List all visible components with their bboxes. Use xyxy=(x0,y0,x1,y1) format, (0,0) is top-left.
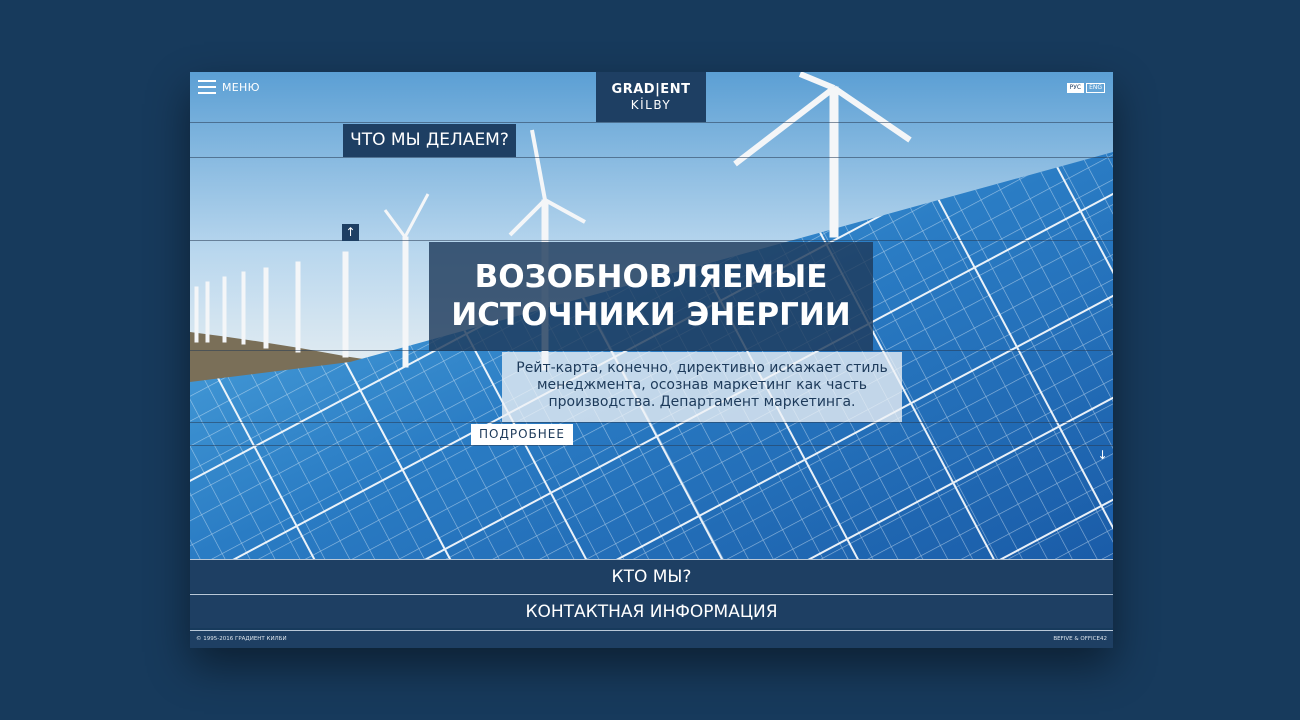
lang-en[interactable]: ENG xyxy=(1086,83,1105,93)
menu-label: МЕНЮ xyxy=(222,80,260,94)
language-switcher: РУС ENG xyxy=(1066,83,1105,93)
arrow-up-icon[interactable]: ↑ xyxy=(342,224,359,241)
footer: © 1995-2016 ГРАДИЕНТ КИЛБИ BEFIVE & OFFI… xyxy=(190,630,1113,648)
nav-contacts[interactable]: КОНТАКТНАЯ ИНФОРМАЦИЯ xyxy=(190,594,1113,628)
hamburger-icon xyxy=(198,80,216,94)
divider-line xyxy=(190,122,1113,123)
logo-line-2: KİLBY xyxy=(630,98,672,112)
site-frame: МЕНЮ GRAD|ENT KİLBY РУС ENG ЧТО МЫ ДЕЛАЕ… xyxy=(190,72,1113,648)
hero-headline: ВОЗОБНОВЛЯЕМЫЕ ИСТОЧНИКИ ЭНЕРГИИ xyxy=(429,242,873,351)
divider-line xyxy=(190,422,1113,423)
divider-line xyxy=(190,157,1113,158)
nav-who-we-are[interactable]: КТО МЫ? xyxy=(190,559,1113,593)
logo[interactable]: GRAD|ENT KİLBY xyxy=(596,72,706,122)
footer-developer-link[interactable]: BEFIVE & OFFICE42 xyxy=(1053,631,1107,647)
hero-lead-text: Рейт-карта, конечно, директивно искажает… xyxy=(502,352,902,422)
section-tab-what-we-do[interactable]: ЧТО МЫ ДЕЛАЕМ? xyxy=(343,124,516,157)
divider-line xyxy=(190,445,1113,446)
divider-line xyxy=(190,240,1113,241)
menu-button[interactable]: МЕНЮ xyxy=(198,80,260,94)
footer-copyright: © 1995-2016 ГРАДИЕНТ КИЛБИ xyxy=(196,636,287,642)
more-button[interactable]: ПОДРОБНЕЕ xyxy=(471,424,573,445)
logo-line-1: GRAD|ENT xyxy=(611,82,691,97)
hero-section: МЕНЮ GRAD|ENT KİLBY РУС ENG ЧТО МЫ ДЕЛАЕ… xyxy=(190,72,1113,559)
lang-ru[interactable]: РУС xyxy=(1066,83,1085,93)
arrow-down-icon[interactable]: ↓ xyxy=(1094,447,1111,464)
